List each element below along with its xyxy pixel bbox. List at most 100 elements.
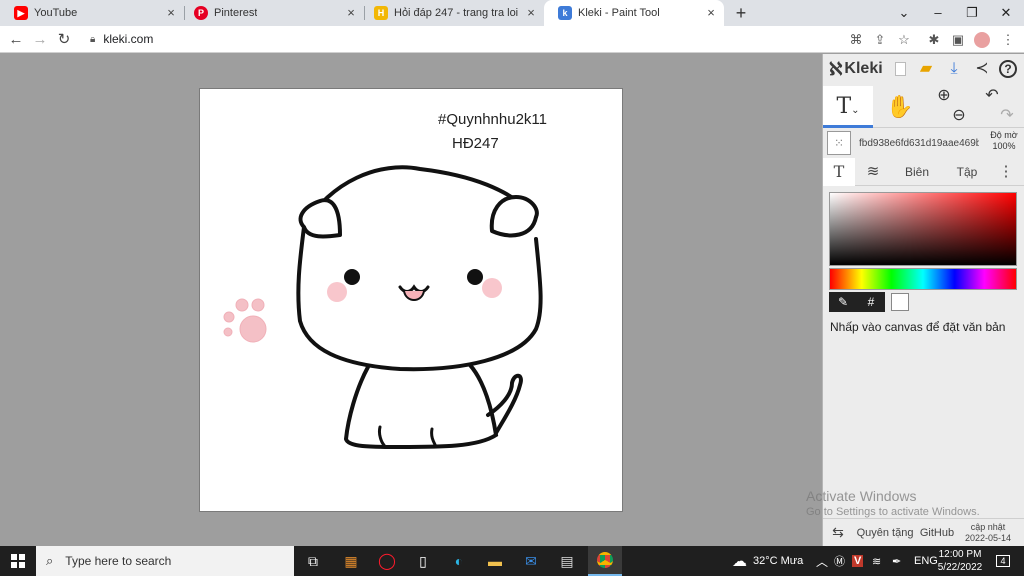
- share-icon[interactable]: ≺: [971, 58, 993, 80]
- windows-start-icon[interactable]: [0, 546, 36, 576]
- new-tab-button[interactable]: +: [731, 3, 751, 23]
- canvas-caption-line2: HĐ247: [452, 135, 499, 152]
- weather-text: 32°C Mưa: [753, 555, 804, 567]
- swap-side-icon[interactable]: ⇆: [823, 524, 853, 541]
- file-icon[interactable]: ▯: [406, 546, 440, 576]
- current-color-swatch[interactable]: [891, 293, 909, 311]
- tool-row: T⌄ ✋ ⊕ ⊖ ↶ ↷: [823, 86, 1024, 128]
- close-tab-icon[interactable]: ×: [164, 6, 178, 20]
- close-tab-icon[interactable]: ×: [344, 6, 358, 20]
- hex-input-icon[interactable]: #: [857, 292, 885, 312]
- update-label: cập nhật: [970, 521, 1006, 532]
- tab-pinterest[interactable]: P Pinterest ×: [180, 0, 364, 26]
- zoom-out-icon[interactable]: ⊖: [952, 106, 965, 126]
- kleki-side-panel: ℵ Kleki ▰ ⤓ ≺ ? T⌄ ✋ ⊕ ⊖ ↶ ↷ ⁙ fbd938e6f…: [822, 54, 1024, 546]
- canvas-workspace[interactable]: #Quynhnhu2k11 HĐ247: [0, 54, 822, 546]
- tab-title: Kleki - Paint Tool: [578, 7, 660, 19]
- notification-center-icon[interactable]: 4: [996, 546, 1010, 576]
- hue-slider[interactable]: [829, 268, 1017, 290]
- back-icon[interactable]: ←: [5, 29, 27, 51]
- translate-icon[interactable]: ⌘: [846, 29, 866, 51]
- system-clock[interactable]: 12:00 PM 5/22/2022: [928, 548, 992, 574]
- close-tab-icon[interactable]: ×: [704, 6, 718, 20]
- tab-search-icon[interactable]: ⌄: [888, 0, 920, 26]
- profile-avatar-icon[interactable]: [972, 29, 992, 51]
- zoom-in-icon[interactable]: ⊕: [937, 86, 950, 106]
- tab-file[interactable]: Tập: [943, 158, 991, 186]
- github-link[interactable]: GitHub: [917, 527, 957, 539]
- extensions-icon[interactable]: ✱: [924, 29, 944, 51]
- maximize-icon[interactable]: ❐: [956, 0, 988, 26]
- update-info: cập nhật 2022-05-14: [957, 522, 1019, 544]
- clock-time: 12:00 PM: [938, 549, 982, 560]
- close-window-icon[interactable]: ✕: [990, 0, 1022, 26]
- chrome-icon[interactable]: [588, 546, 622, 576]
- tray-icon[interactable]: Ⓜ: [834, 546, 845, 576]
- opacity-label: Độ mờ: [990, 130, 1018, 140]
- kleki-logo[interactable]: ℵ Kleki: [829, 59, 883, 80]
- more-options-icon[interactable]: ⋮: [991, 158, 1021, 186]
- layer-opacity: Độ mờ 100%: [987, 130, 1021, 152]
- url-text: kleki.com: [103, 32, 154, 46]
- undo-icon[interactable]: ↶: [985, 86, 998, 106]
- tab-hoidap247[interactable]: H Hỏi đáp 247 - trang tra loi ×: [360, 0, 544, 26]
- show-hidden-icons[interactable]: ︿: [816, 546, 828, 576]
- mail-icon[interactable]: ✉: [514, 546, 548, 576]
- search-icon: ⌕: [46, 553, 54, 568]
- tab-edit[interactable]: Biên: [891, 158, 943, 186]
- tab-youtube[interactable]: ▶ YouTube ×: [0, 0, 184, 26]
- hoidap247-icon: H: [374, 6, 388, 20]
- pinterest-icon: P: [194, 6, 208, 20]
- task-view-icon[interactable]: ⧉: [296, 546, 330, 576]
- lock-icon: 🔒︎: [90, 33, 96, 45]
- close-tab-icon[interactable]: ×: [524, 6, 538, 20]
- donate-link[interactable]: Quyên tặng: [853, 527, 917, 539]
- help-icon[interactable]: ?: [997, 58, 1019, 80]
- store-icon[interactable]: ▤: [550, 546, 584, 576]
- share-icon[interactable]: ⇪: [870, 29, 890, 51]
- reload-icon[interactable]: ↻: [53, 29, 75, 51]
- panel-header: ℵ Kleki ▰ ⤓ ≺ ?: [823, 54, 1024, 84]
- activate-windows-subtext: Go to Settings to activate Windows.: [806, 506, 980, 518]
- eyedropper-icon[interactable]: ✎: [829, 292, 857, 312]
- kleki-logo-icon: ℵ: [829, 58, 843, 79]
- layer-info-row[interactable]: ⁙ fbd938e6fd631d19aae469b Độ mờ 100%: [823, 130, 1024, 156]
- address-bar[interactable]: 🔒︎ kleki.com: [82, 28, 822, 50]
- hand-tool-icon[interactable]: ✋: [875, 86, 925, 128]
- search-placeholder: Type here to search: [65, 554, 172, 568]
- side-panel-icon[interactable]: ▣: [948, 29, 968, 51]
- minimize-icon[interactable]: –: [922, 0, 954, 26]
- weather-widget[interactable]: ☁ 32°C Mưa: [732, 546, 803, 576]
- tray-icon[interactable]: V: [852, 546, 864, 576]
- browser-menu-icon[interactable]: ⋮: [998, 29, 1018, 51]
- edge-icon[interactable]: ◐: [442, 546, 476, 576]
- browser-toolbar: ← → ↻ 🔒︎ kleki.com ⌘ ⇪ ☆ ✱ ▣ ⋮: [0, 26, 1024, 53]
- youtube-icon: ▶: [14, 6, 28, 20]
- pen-icon[interactable]: ✒: [892, 546, 901, 576]
- drawing-canvas[interactable]: #Quynhnhu2k11 HĐ247: [199, 88, 623, 512]
- bookmark-star-icon[interactable]: ☆: [894, 29, 914, 51]
- opacity-value: 100%: [992, 141, 1016, 151]
- opera-icon[interactable]: ◯: [370, 546, 404, 576]
- file-explorer-icon[interactable]: ▬: [478, 546, 512, 576]
- color-saturation-picker[interactable]: [829, 192, 1017, 266]
- download-icon[interactable]: ⤓: [943, 58, 965, 80]
- update-date: 2022-05-14: [964, 532, 1012, 543]
- app-icon[interactable]: ▦: [334, 546, 368, 576]
- open-folder-icon[interactable]: ▰: [915, 58, 937, 80]
- history-controls: ↶ ↷: [975, 86, 1024, 128]
- forward-icon[interactable]: →: [29, 29, 51, 51]
- clock-date: 5/22/2022: [937, 562, 983, 573]
- brand-name: Kleki: [844, 60, 883, 77]
- tab-tool-settings[interactable]: T: [823, 157, 855, 186]
- new-image-icon[interactable]: [889, 58, 911, 80]
- text-tool-button[interactable]: T⌄: [823, 86, 873, 128]
- zoom-controls: ⊕ ⊖: [927, 86, 977, 128]
- canvas-caption-line1: #Quynhnhu2k11: [438, 111, 547, 128]
- windows-taskbar: ⌕ Type here to search ⧉ ▦ ◯ ▯ ◐ ▬ ✉ ▤ ☁ …: [0, 546, 1024, 576]
- taskbar-search-box[interactable]: ⌕ Type here to search: [36, 546, 294, 576]
- tab-kleki[interactable]: k Kleki - Paint Tool ×: [544, 0, 724, 26]
- wifi-icon[interactable]: ≋: [872, 546, 881, 576]
- tab-layers-icon[interactable]: ≋: [855, 158, 891, 186]
- redo-icon[interactable]: ↷: [1000, 106, 1013, 126]
